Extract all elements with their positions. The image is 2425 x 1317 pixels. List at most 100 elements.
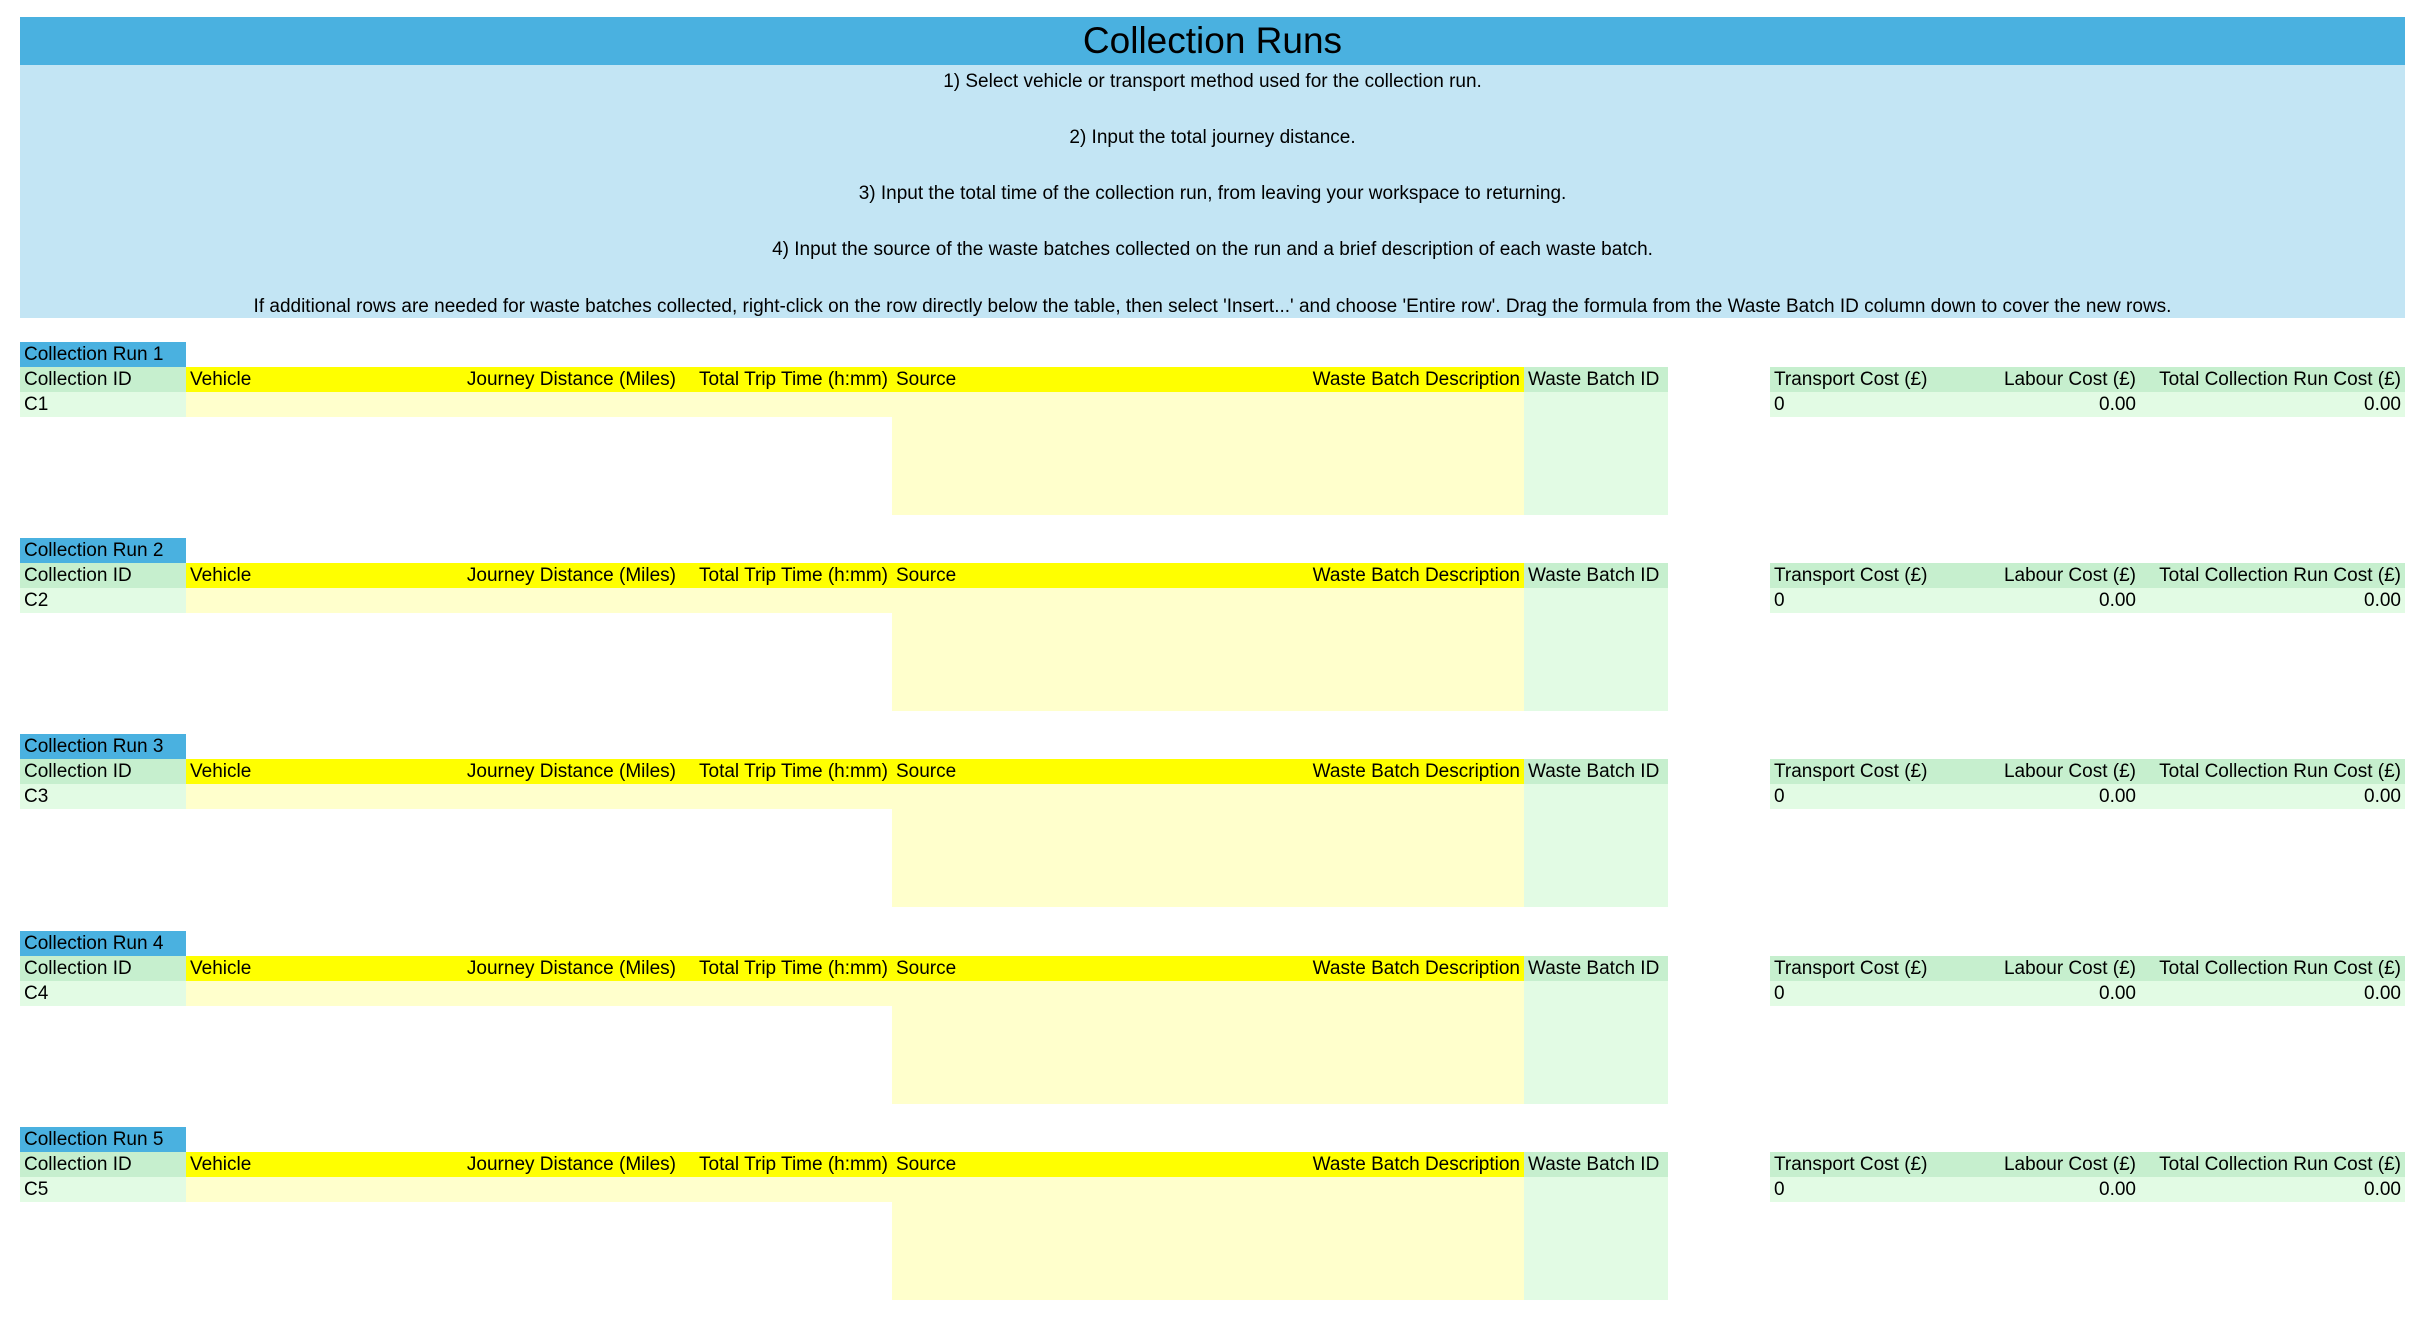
trip-time-input[interactable] <box>680 784 892 809</box>
header-source: Source <box>892 956 1182 981</box>
header-trip-time: Total Trip Time (h:mm) <box>680 956 892 981</box>
header-transport-cost: Transport Cost (£) <box>1770 759 1970 784</box>
source-input-area[interactable] <box>892 784 1182 907</box>
header-collection-id: Collection ID <box>20 759 186 784</box>
vehicle-select[interactable] <box>186 588 370 613</box>
header-labour-cost: Labour Cost (£) <box>1970 956 2140 981</box>
header-waste-batch-id: Waste Batch ID <box>1524 367 1668 392</box>
header-collection-id: Collection ID <box>20 956 186 981</box>
header-journey-distance: Journey Distance (Miles) <box>370 563 680 588</box>
header-vehicle: Vehicle <box>186 956 370 981</box>
header-journey-distance: Journey Distance (Miles) <box>370 759 680 784</box>
labour-cost-value: 0.00 <box>1970 588 2140 613</box>
run-title: Collection Run 1 <box>20 342 186 367</box>
header-collection-id: Collection ID <box>20 1152 186 1177</box>
waste-batch-description-input-area[interactable] <box>1182 784 1524 907</box>
header-vehicle: Vehicle <box>186 1152 370 1177</box>
collection-id-cell: C5 <box>20 1177 186 1202</box>
header-total-cost: Total Collection Run Cost (£) <box>2140 367 2405 392</box>
header-labour-cost: Labour Cost (£) <box>1970 1152 2140 1177</box>
labour-cost-value: 0.00 <box>1970 784 2140 809</box>
header-transport-cost: Transport Cost (£) <box>1770 367 1970 392</box>
header-waste-batch-description: Waste Batch Description <box>1182 956 1524 981</box>
total-cost-value: 0.00 <box>2140 1177 2405 1202</box>
transport-cost-value: 0 <box>1770 784 1970 809</box>
collection-run-3: Collection Run 3 Collection ID Vehicle J… <box>0 734 2425 924</box>
header-trip-time: Total Trip Time (h:mm) <box>680 1152 892 1177</box>
instruction-step-4: 4) Input the source of the waste batches… <box>772 239 1653 260</box>
run-title: Collection Run 4 <box>20 931 186 956</box>
waste-batch-id-area <box>1524 784 1668 907</box>
header-waste-batch-id: Waste Batch ID <box>1524 1152 1668 1177</box>
collection-run-4: Collection Run 4 Collection ID Vehicle J… <box>0 931 2425 1121</box>
instruction-step-1: 1) Select vehicle or transport method us… <box>943 71 1482 92</box>
collection-id-cell: C2 <box>20 588 186 613</box>
trip-time-input[interactable] <box>680 588 892 613</box>
run-title: Collection Run 5 <box>20 1127 186 1152</box>
waste-batch-id-area <box>1524 392 1668 515</box>
header-vehicle: Vehicle <box>186 367 370 392</box>
header-journey-distance: Journey Distance (Miles) <box>370 1152 680 1177</box>
header-journey-distance: Journey Distance (Miles) <box>370 367 680 392</box>
journey-distance-input[interactable] <box>370 1177 680 1202</box>
waste-batch-description-input-area[interactable] <box>1182 392 1524 515</box>
vehicle-select[interactable] <box>186 392 370 417</box>
transport-cost-value: 0 <box>1770 392 1970 417</box>
header-source: Source <box>892 563 1182 588</box>
collection-id-cell: C3 <box>20 784 186 809</box>
header-trip-time: Total Trip Time (h:mm) <box>680 367 892 392</box>
header-source: Source <box>892 759 1182 784</box>
collection-run-5: Collection Run 5 Collection ID Vehicle J… <box>0 1127 2425 1317</box>
header-transport-cost: Transport Cost (£) <box>1770 1152 1970 1177</box>
transport-cost-value: 0 <box>1770 1177 1970 1202</box>
vehicle-select[interactable] <box>186 981 370 1006</box>
header-labour-cost: Labour Cost (£) <box>1970 759 2140 784</box>
journey-distance-input[interactable] <box>370 392 680 417</box>
header-total-cost: Total Collection Run Cost (£) <box>2140 956 2405 981</box>
total-cost-value: 0.00 <box>2140 588 2405 613</box>
collection-run-1: Collection Run 1 Collection ID Vehicle J… <box>0 342 2425 532</box>
run-title: Collection Run 2 <box>20 538 186 563</box>
vehicle-select[interactable] <box>186 784 370 809</box>
labour-cost-value: 0.00 <box>1970 392 2140 417</box>
header-total-cost: Total Collection Run Cost (£) <box>2140 1152 2405 1177</box>
instruction-note: If additional rows are needed for waste … <box>253 296 2172 317</box>
journey-distance-input[interactable] <box>370 981 680 1006</box>
header-source: Source <box>892 1152 1182 1177</box>
header-transport-cost: Transport Cost (£) <box>1770 563 1970 588</box>
header-waste-batch-id: Waste Batch ID <box>1524 563 1668 588</box>
instruction-step-3: 3) Input the total time of the collectio… <box>858 183 1567 204</box>
waste-batch-description-input-area[interactable] <box>1182 588 1524 711</box>
header-labour-cost: Labour Cost (£) <box>1970 367 2140 392</box>
header-waste-batch-description: Waste Batch Description <box>1182 1152 1524 1177</box>
header-waste-batch-description: Waste Batch Description <box>1182 563 1524 588</box>
header-waste-batch-id: Waste Batch ID <box>1524 759 1668 784</box>
journey-distance-input[interactable] <box>370 588 680 613</box>
waste-batch-id-area <box>1524 588 1668 711</box>
trip-time-input[interactable] <box>680 1177 892 1202</box>
instructions-panel: 1) Select vehicle or transport method us… <box>20 65 2405 318</box>
header-source: Source <box>892 367 1182 392</box>
header-total-cost: Total Collection Run Cost (£) <box>2140 759 2405 784</box>
waste-batch-id-area <box>1524 981 1668 1104</box>
source-input-area[interactable] <box>892 392 1182 515</box>
trip-time-input[interactable] <box>680 392 892 417</box>
journey-distance-input[interactable] <box>370 784 680 809</box>
header-waste-batch-description: Waste Batch Description <box>1182 367 1524 392</box>
collection-run-2: Collection Run 2 Collection ID Vehicle J… <box>0 538 2425 728</box>
header-labour-cost: Labour Cost (£) <box>1970 563 2140 588</box>
source-input-area[interactable] <box>892 981 1182 1104</box>
labour-cost-value: 0.00 <box>1970 1177 2140 1202</box>
source-input-area[interactable] <box>892 588 1182 711</box>
waste-batch-description-input-area[interactable] <box>1182 981 1524 1104</box>
vehicle-select[interactable] <box>186 1177 370 1202</box>
header-collection-id: Collection ID <box>20 367 186 392</box>
header-journey-distance: Journey Distance (Miles) <box>370 956 680 981</box>
header-trip-time: Total Trip Time (h:mm) <box>680 563 892 588</box>
instruction-step-2: 2) Input the total journey distance. <box>1069 127 1356 148</box>
run-title: Collection Run 3 <box>20 734 186 759</box>
header-vehicle: Vehicle <box>186 563 370 588</box>
collection-id-cell: C4 <box>20 981 186 1006</box>
total-cost-value: 0.00 <box>2140 784 2405 809</box>
trip-time-input[interactable] <box>680 981 892 1006</box>
